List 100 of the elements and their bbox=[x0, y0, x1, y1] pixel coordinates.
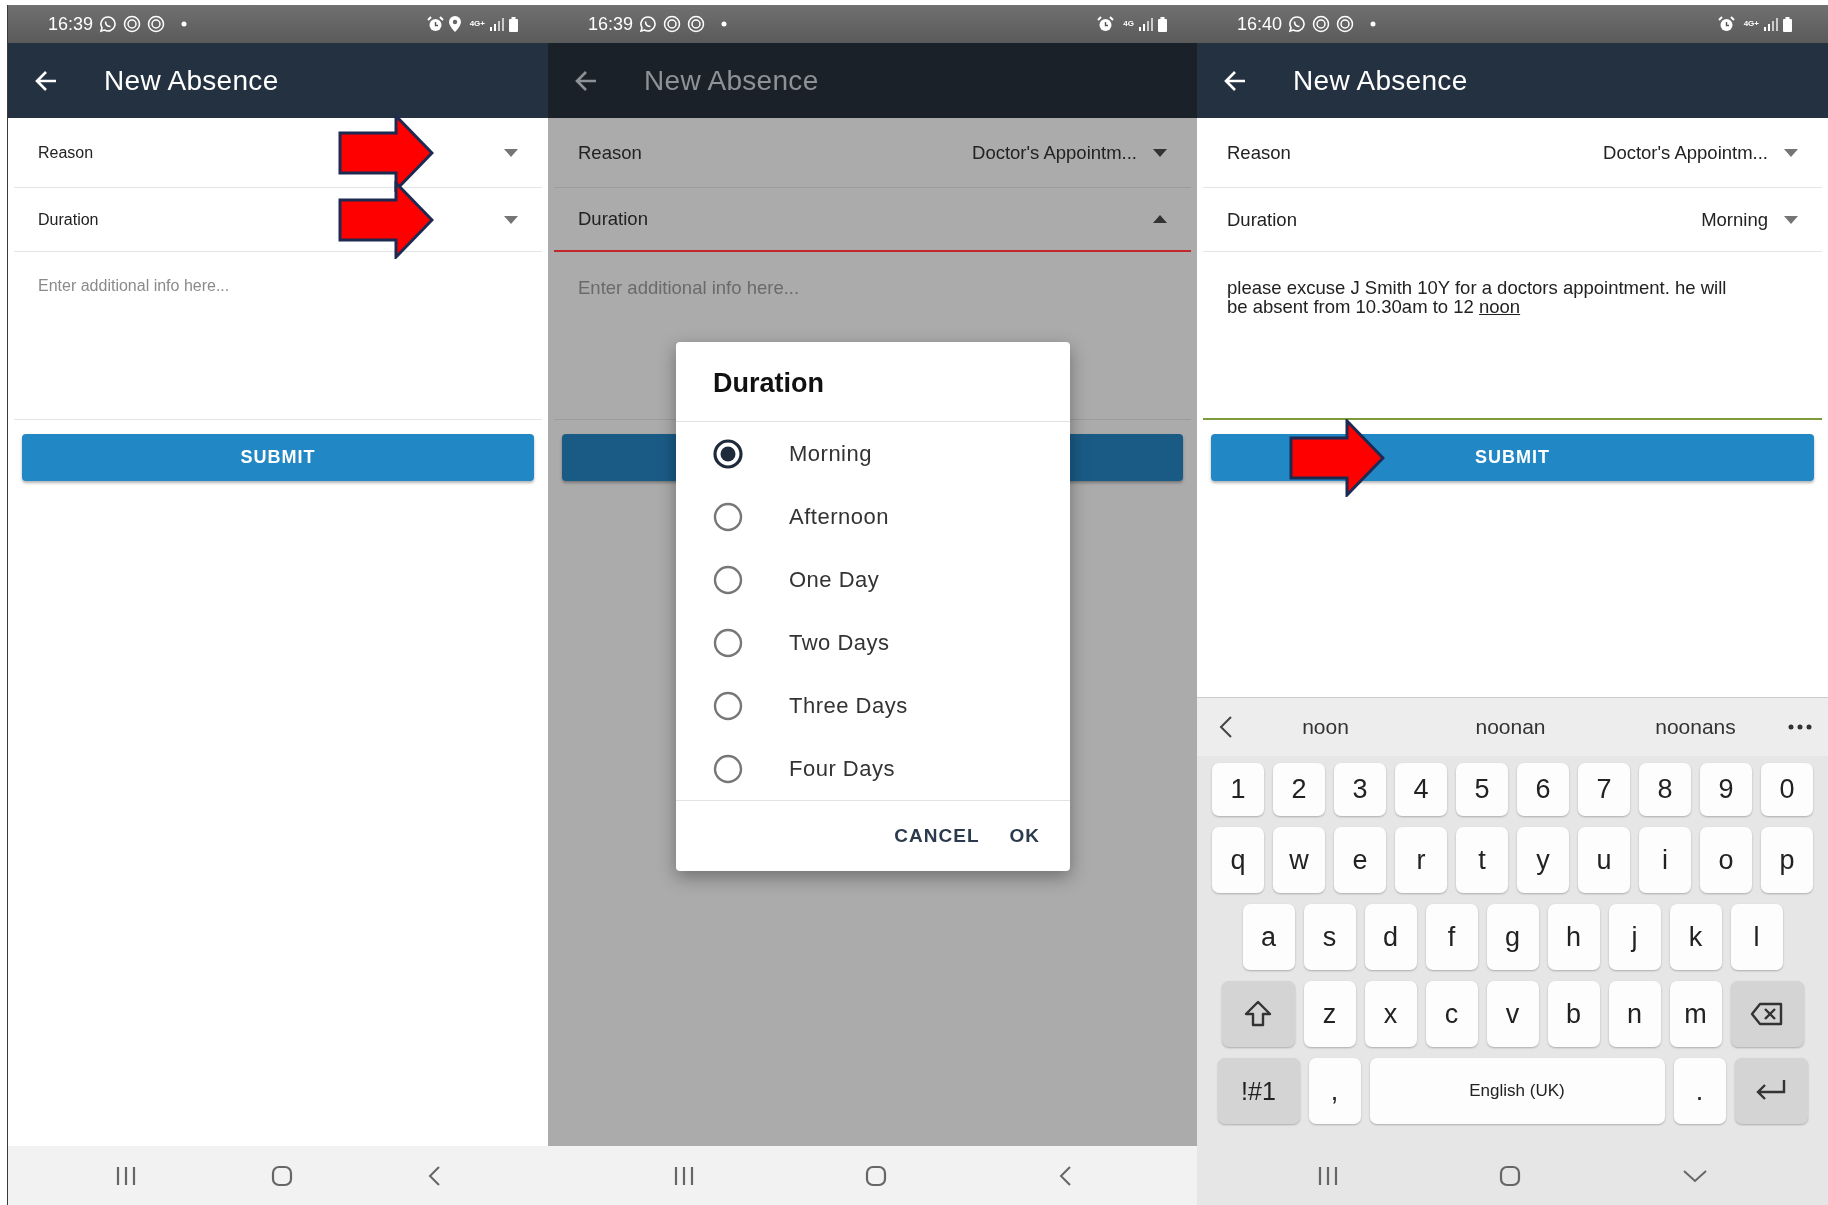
keyboard-key[interactable]: b bbox=[1547, 981, 1600, 1047]
keyboard-key[interactable]: 5 bbox=[1456, 763, 1508, 816]
network-type: 4G+ bbox=[469, 20, 485, 28]
battery-icon bbox=[1158, 16, 1167, 32]
radio-option[interactable]: Four Days bbox=[676, 737, 1070, 800]
dot-icon bbox=[721, 21, 728, 27]
keyboard-key[interactable]: p bbox=[1761, 827, 1813, 893]
keyboard-key[interactable]: 0 bbox=[1761, 763, 1813, 816]
recent-apps-icon[interactable] bbox=[673, 1165, 696, 1186]
chat-bubble-icon bbox=[1288, 15, 1307, 33]
keyboard-key[interactable]: m bbox=[1669, 981, 1722, 1047]
keyboard-key[interactable]: w bbox=[1273, 827, 1325, 893]
keyboard-key[interactable]: 7 bbox=[1578, 763, 1630, 816]
keyboard-key[interactable]: e bbox=[1334, 827, 1386, 893]
radio-button[interactable] bbox=[713, 501, 743, 532]
keyboard-key[interactable]: n bbox=[1608, 981, 1661, 1047]
keyboard-key[interactable]: l bbox=[1730, 904, 1783, 970]
submit-button[interactable]: SUBMIT bbox=[22, 434, 534, 481]
dropdown-field[interactable]: Reason Doctor's Appointm... bbox=[1203, 118, 1822, 188]
keyboard-key[interactable]: 4 bbox=[1395, 763, 1447, 816]
keyboard-key[interactable]: v bbox=[1486, 981, 1539, 1047]
keyboard-key[interactable]: o bbox=[1700, 827, 1752, 893]
dot-icon bbox=[181, 21, 188, 27]
battery-icon bbox=[509, 16, 518, 32]
keyboard-key[interactable]: j bbox=[1608, 904, 1661, 970]
keyboard-key[interactable]: 1 bbox=[1212, 763, 1264, 816]
keyboard-key[interactable]: s bbox=[1303, 904, 1356, 970]
word-suggestion[interactable]: noon bbox=[1233, 715, 1418, 739]
dropdown-field[interactable]: Reason Doctor's Appointm... bbox=[554, 118, 1191, 188]
radio-option[interactable]: One Day bbox=[676, 548, 1070, 611]
radio-option[interactable]: Afternoon bbox=[676, 485, 1070, 548]
enter-key[interactable] bbox=[1734, 1058, 1808, 1124]
keyboard-key[interactable]: y bbox=[1517, 827, 1569, 893]
keyboard-key[interactable]: a bbox=[1242, 904, 1295, 970]
word-suggestion[interactable]: noonan bbox=[1418, 715, 1603, 739]
alarm-clock-icon bbox=[426, 16, 444, 32]
battery-icon bbox=[1783, 16, 1792, 32]
word-suggestion[interactable]: noonans bbox=[1603, 715, 1788, 739]
radio-button[interactable] bbox=[713, 753, 743, 784]
keyboard-key[interactable]: q bbox=[1212, 827, 1264, 893]
radio-button[interactable] bbox=[713, 690, 743, 721]
screen-title: New Absence bbox=[1293, 64, 1468, 97]
radio-button[interactable] bbox=[713, 564, 743, 595]
keyboard-key[interactable]: r bbox=[1395, 827, 1447, 893]
home-icon[interactable] bbox=[271, 1164, 293, 1187]
location-pin-icon bbox=[448, 16, 461, 32]
keyboard-key[interactable]: x bbox=[1364, 981, 1417, 1047]
radio-button[interactable] bbox=[713, 627, 743, 658]
chevron-left-icon[interactable] bbox=[1219, 715, 1233, 739]
back-arrow-icon[interactable] bbox=[574, 69, 598, 92]
signal-icon bbox=[1764, 17, 1778, 31]
space-key[interactable]: English (UK) bbox=[1369, 1058, 1665, 1124]
keyboard-key[interactable]: k bbox=[1669, 904, 1722, 970]
circle-icon bbox=[663, 15, 682, 33]
home-icon[interactable] bbox=[1499, 1164, 1522, 1187]
keyboard-key[interactable]: d bbox=[1364, 904, 1417, 970]
keyboard-key[interactable]: , bbox=[1308, 1058, 1361, 1124]
circle-icon bbox=[147, 15, 166, 33]
keyboard-key[interactable]: . bbox=[1673, 1058, 1726, 1124]
home-icon[interactable] bbox=[865, 1164, 888, 1187]
more-icon[interactable] bbox=[1788, 724, 1812, 730]
notes-field[interactable]: Enter additional info here... bbox=[14, 252, 542, 420]
dialog-button[interactable]: OK bbox=[1001, 819, 1048, 853]
keyboard-key[interactable]: 6 bbox=[1517, 763, 1569, 816]
symbols-key[interactable]: !#1 bbox=[1217, 1058, 1300, 1124]
radio-option[interactable]: Three Days bbox=[676, 674, 1070, 737]
recent-apps-icon[interactable] bbox=[1317, 1165, 1340, 1186]
backspace-key[interactable] bbox=[1730, 981, 1804, 1047]
back-chevron-icon[interactable] bbox=[427, 1164, 441, 1187]
chevron-down-icon[interactable] bbox=[1681, 1168, 1708, 1183]
keyboard-key[interactable]: u bbox=[1578, 827, 1630, 893]
shift-key[interactable] bbox=[1221, 981, 1295, 1047]
screen-title: New Absence bbox=[104, 64, 279, 97]
recent-apps-icon[interactable] bbox=[115, 1165, 137, 1186]
dropdown-field[interactable]: Duration Morning bbox=[1203, 188, 1822, 252]
circle-icon bbox=[1336, 15, 1355, 33]
keyboard-key[interactable]: f bbox=[1425, 904, 1478, 970]
notes-field[interactable]: please excuse J Smith 10Y for a doctors appointment. he will be absent from 10.30am to 12 noon bbox=[1203, 252, 1822, 420]
network-type: 4G+ bbox=[1743, 20, 1759, 28]
radio-option[interactable]: Two Days bbox=[676, 611, 1070, 674]
keyboard-key[interactable]: h bbox=[1547, 904, 1600, 970]
keyboard-key[interactable]: 9 bbox=[1700, 763, 1752, 816]
dropdown-field[interactable]: Duration bbox=[554, 188, 1191, 252]
screen-title: New Absence bbox=[644, 64, 819, 97]
radio-option[interactable]: Morning bbox=[676, 422, 1070, 485]
keyboard-key[interactable]: 8 bbox=[1639, 763, 1691, 816]
keyboard-key[interactable]: g bbox=[1486, 904, 1539, 970]
keyboard-key[interactable]: 2 bbox=[1273, 763, 1325, 816]
radio-button[interactable] bbox=[713, 438, 743, 469]
signal-icon bbox=[1139, 17, 1153, 31]
keyboard-key[interactable]: z bbox=[1303, 981, 1356, 1047]
keyboard-key[interactable]: t bbox=[1456, 827, 1508, 893]
keyboard-key[interactable]: 3 bbox=[1334, 763, 1386, 816]
back-chevron-icon[interactable] bbox=[1057, 1164, 1072, 1187]
caret-icon bbox=[504, 148, 518, 157]
keyboard-key[interactable]: i bbox=[1639, 827, 1691, 893]
keyboard-key[interactable]: c bbox=[1425, 981, 1478, 1047]
dot-icon bbox=[1370, 21, 1377, 27]
status-time: 16:39 bbox=[48, 13, 94, 35]
dialog-button[interactable]: CANCEL bbox=[886, 819, 988, 853]
